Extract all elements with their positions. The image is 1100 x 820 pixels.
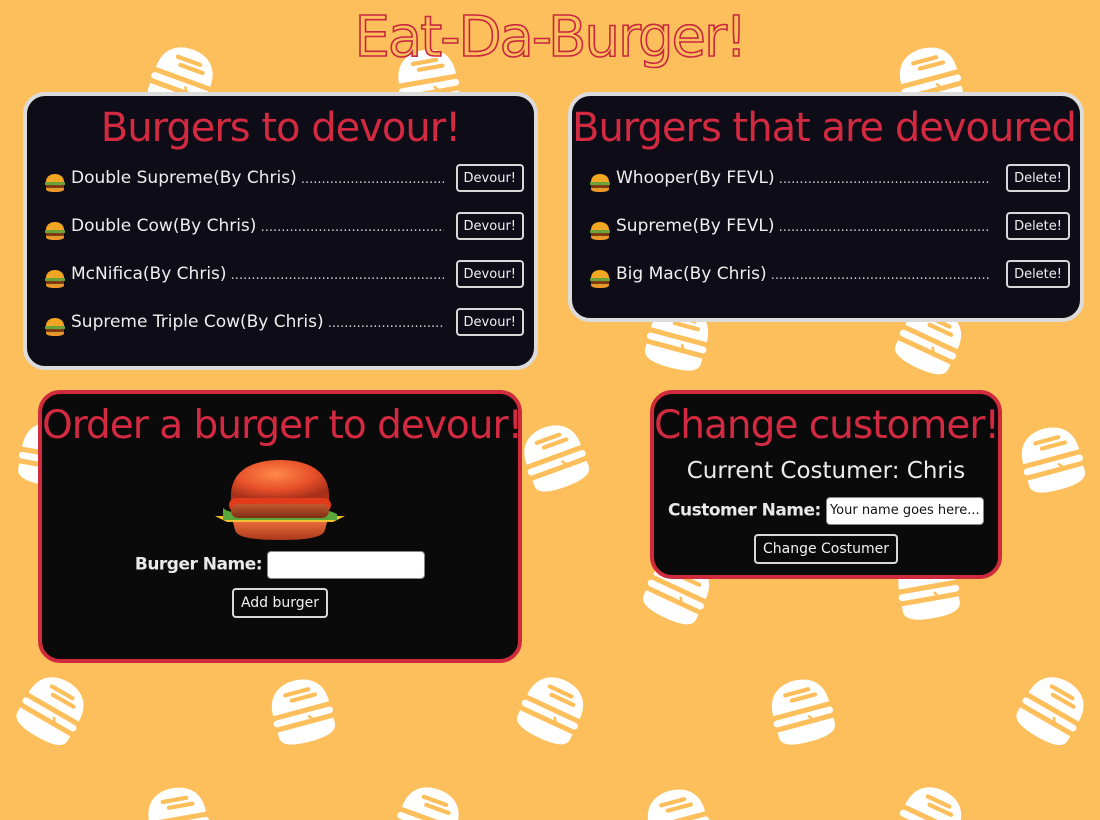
devour-list: Double Supreme(By Chris) Devour! Double … bbox=[27, 162, 534, 354]
current-customer: Current Costumer: Chris bbox=[686, 458, 966, 484]
burger-label: Supreme Triple Cow(By Chris) bbox=[71, 306, 444, 338]
devour-button[interactable]: Devour! bbox=[455, 260, 524, 288]
devoured-list: Whooper(By FEVL) Delete! Supreme(By FEVL… bbox=[572, 162, 1080, 306]
devour-button[interactable]: Devour! bbox=[455, 212, 524, 240]
burger-label: Big Mac(By Chris) bbox=[616, 258, 990, 290]
list-item: McNifica(By Chris) Devour! bbox=[27, 258, 534, 306]
burger-icon bbox=[45, 318, 65, 336]
devour-button[interactable]: Devour! bbox=[455, 164, 524, 192]
burger-label: Whooper(By FEVL) bbox=[616, 162, 990, 194]
list-item: Double Supreme(By Chris) Devour! bbox=[27, 162, 534, 210]
customer-panel-heading: Change customer! bbox=[654, 403, 999, 448]
delete-button[interactable]: Delete! bbox=[1006, 260, 1070, 288]
devoured-panel: Burgers that are devoured! Whooper(By FE… bbox=[568, 92, 1084, 322]
burger-icon bbox=[590, 222, 610, 240]
burger-icon bbox=[45, 222, 65, 240]
burger-label: Double Supreme(By Chris) bbox=[71, 162, 444, 194]
burger-icon bbox=[45, 270, 65, 288]
list-item: Whooper(By FEVL) Delete! bbox=[572, 162, 1080, 210]
order-panel-heading: Order a burger to devour! bbox=[42, 403, 522, 448]
list-item: Big Mac(By Chris) Delete! bbox=[572, 258, 1080, 306]
devour-panel-heading: Burgers to devour! bbox=[100, 105, 461, 151]
page-title: Eat-Da-Burger! bbox=[354, 4, 749, 71]
list-item: Supreme Triple Cow(By Chris) Devour! bbox=[27, 306, 534, 354]
burger-name-row: Burger Name: bbox=[42, 546, 518, 582]
burger-icon bbox=[45, 174, 65, 192]
burger-name-input[interactable] bbox=[267, 550, 426, 579]
devoured-panel-heading: Burgers that are devoured! bbox=[572, 105, 1084, 151]
customer-panel: Change customer! Current Costumer: Chris… bbox=[650, 390, 1002, 579]
burger-name-label: Burger Name: bbox=[134, 554, 263, 575]
burger-label: McNifica(By Chris) bbox=[71, 258, 444, 290]
change-customer-button[interactable]: Change Costumer bbox=[753, 534, 899, 564]
burger-illustration bbox=[215, 460, 345, 540]
delete-button[interactable]: Delete! bbox=[1006, 164, 1070, 192]
burger-icon bbox=[590, 174, 610, 192]
list-item: Double Cow(By Chris) Devour! bbox=[27, 210, 534, 258]
burger-label: Double Cow(By Chris) bbox=[71, 210, 444, 242]
order-panel: Order a burger to devour! Burger Name: A… bbox=[38, 390, 522, 663]
devour-panel: Burgers to devour! Double Supreme(By Chr… bbox=[23, 92, 538, 370]
add-burger-button[interactable]: Add burger bbox=[231, 588, 329, 618]
customer-name-row: Customer Name: bbox=[654, 492, 998, 528]
customer-name-input[interactable] bbox=[825, 496, 984, 525]
list-item: Supreme(By FEVL) Delete! bbox=[572, 210, 1080, 258]
devour-button[interactable]: Devour! bbox=[455, 308, 524, 336]
burger-icon bbox=[590, 270, 610, 288]
delete-button[interactable]: Delete! bbox=[1006, 212, 1070, 240]
burger-label: Supreme(By FEVL) bbox=[616, 210, 990, 242]
customer-name-label: Customer Name: bbox=[668, 500, 821, 521]
